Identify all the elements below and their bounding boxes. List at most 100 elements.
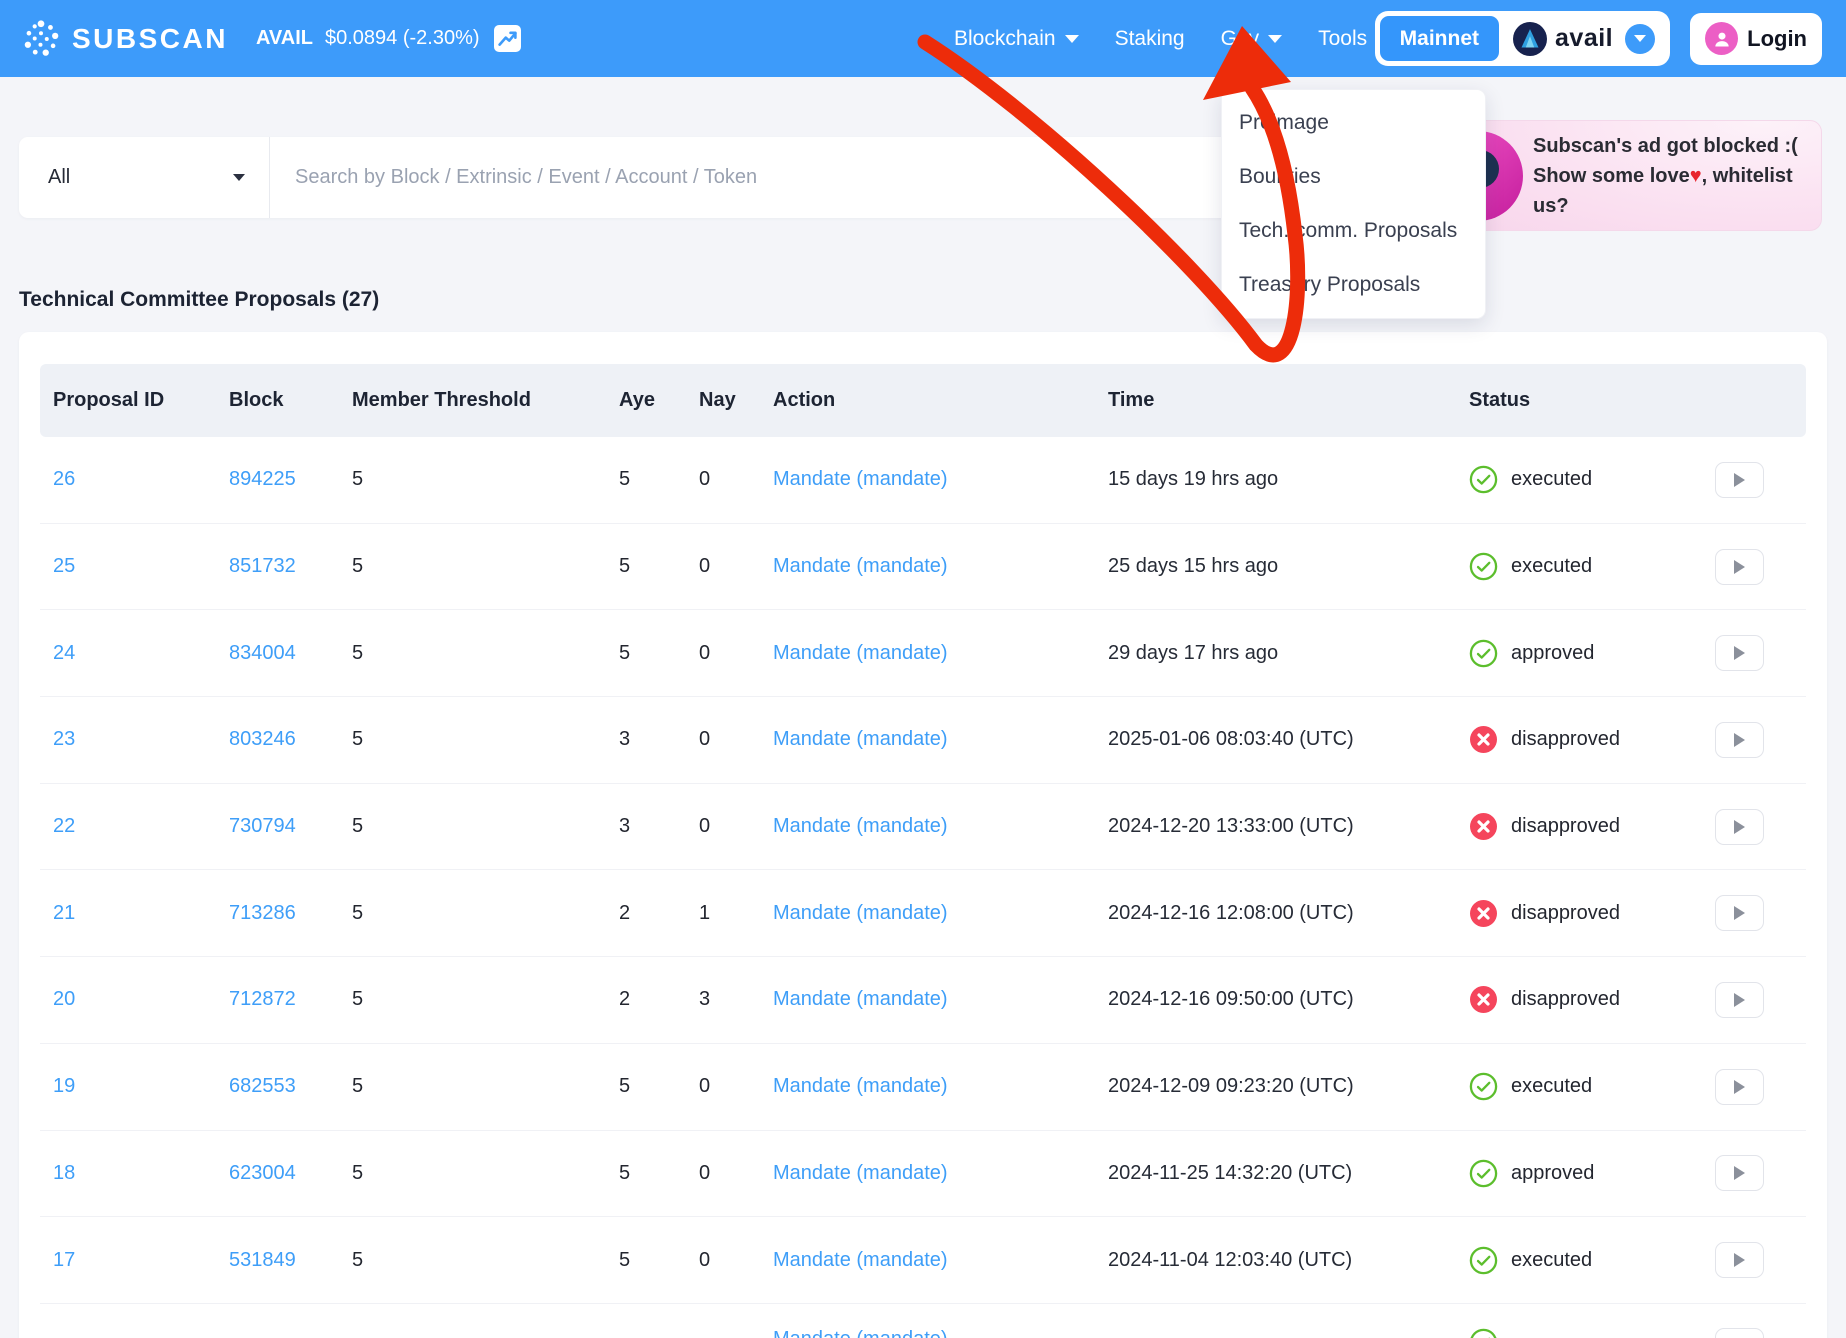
mainnet-button[interactable]: Mainnet bbox=[1380, 16, 1499, 61]
block-link[interactable]: 894225 bbox=[216, 468, 339, 491]
row-actions bbox=[1702, 1242, 1806, 1278]
member-threshold-value: 5 bbox=[339, 902, 606, 925]
nay-value: 3 bbox=[686, 988, 760, 1011]
row-actions bbox=[1702, 1155, 1806, 1191]
network-chevron-button[interactable] bbox=[1625, 24, 1655, 54]
proposal-id-link[interactable]: 25 bbox=[40, 555, 216, 578]
status-success-icon bbox=[1469, 1328, 1498, 1338]
nav-item-staking[interactable]: Staking bbox=[1115, 27, 1185, 51]
table-row: 22 730794 5 3 0 Mandate (mandate) 2024-1… bbox=[40, 784, 1806, 871]
nav-item-blockchain[interactable]: Blockchain bbox=[954, 27, 1079, 51]
proposals-table: Proposal IDBlockMember ThresholdAyeNayAc… bbox=[19, 332, 1827, 1338]
time-value: 2024-12-16 09:50:00 (UTC) bbox=[1095, 988, 1456, 1011]
row-actions bbox=[1702, 895, 1806, 931]
action-link[interactable]: Mandate (mandate) bbox=[760, 902, 1095, 925]
action-link[interactable]: Mandate (mandate) bbox=[760, 1249, 1095, 1272]
token-name: AVAIL bbox=[256, 27, 313, 50]
play-icon bbox=[1734, 646, 1745, 660]
action-link[interactable]: Mandate (mandate) bbox=[760, 1075, 1095, 1098]
play-icon bbox=[1734, 560, 1745, 574]
nay-value: 0 bbox=[686, 555, 760, 578]
block-link[interactable]: 803246 bbox=[216, 728, 339, 751]
page-title: Technical Committee Proposals (27) bbox=[19, 288, 379, 312]
time-value: 25 days 15 hrs ago bbox=[1095, 555, 1456, 578]
expand-row-button[interactable] bbox=[1715, 809, 1764, 845]
status-success-icon bbox=[1469, 1159, 1498, 1188]
status-cell: approved bbox=[1456, 1159, 1702, 1188]
status-cell: executed bbox=[1456, 465, 1702, 494]
trend-line-icon bbox=[497, 28, 518, 49]
time-value: 15 days 19 hrs ago bbox=[1095, 468, 1456, 491]
nav-item-gov[interactable]: Gov bbox=[1221, 27, 1283, 51]
status-text: disapproved bbox=[1511, 988, 1620, 1011]
expand-row-button[interactable] bbox=[1715, 462, 1764, 498]
brand[interactable]: SUBSCAN bbox=[20, 18, 228, 60]
proposal-id-link[interactable]: 19 bbox=[40, 1075, 216, 1098]
status-fail-icon bbox=[1469, 985, 1498, 1014]
column-header: Action bbox=[760, 389, 1095, 412]
member-threshold-value: 5 bbox=[339, 1249, 606, 1272]
expand-row-button[interactable] bbox=[1715, 722, 1764, 758]
row-actions bbox=[1702, 1328, 1806, 1338]
action-link[interactable]: Mandate (mandate) bbox=[760, 988, 1095, 1011]
proposal-id-link[interactable]: 23 bbox=[40, 728, 216, 751]
block-link[interactable]: 851732 bbox=[216, 555, 339, 578]
expand-row-button[interactable] bbox=[1715, 895, 1764, 931]
action-link[interactable]: Mandate (mandate) bbox=[760, 728, 1095, 751]
block-link[interactable]: 834004 bbox=[216, 642, 339, 665]
time-value: 2024-12-09 09:23:20 (UTC) bbox=[1095, 1075, 1456, 1098]
expand-row-button[interactable] bbox=[1715, 1069, 1764, 1105]
proposal-id-link[interactable]: 26 bbox=[40, 468, 216, 491]
proposal-id-link[interactable]: 17 bbox=[40, 1249, 216, 1272]
proposal-id-link[interactable]: 18 bbox=[40, 1162, 216, 1185]
gov-dropdown-item[interactable]: Treasury Proposals bbox=[1222, 258, 1485, 312]
chevron-down-icon bbox=[1634, 35, 1646, 42]
ad-banner: Subscan's ad got blocked :( Show some lo… bbox=[1428, 120, 1822, 231]
block-link[interactable]: 730794 bbox=[216, 815, 339, 838]
table-row: 21 713286 5 2 1 Mandate (mandate) 2024-1… bbox=[40, 870, 1806, 957]
search-filter-select[interactable]: All bbox=[19, 137, 270, 218]
block-link[interactable]: 623004 bbox=[216, 1162, 339, 1185]
action-link[interactable]: Mandate (mandate) bbox=[760, 1162, 1095, 1185]
time-value: 2024-11-25 14:32:20 (UTC) bbox=[1095, 1162, 1456, 1185]
status-text: approved bbox=[1511, 1162, 1594, 1185]
status-text: approved bbox=[1511, 642, 1594, 665]
subscan-logo-icon bbox=[20, 18, 62, 60]
expand-row-button[interactable] bbox=[1715, 635, 1764, 671]
action-link[interactable]: Mandate (mandate) bbox=[760, 815, 1095, 838]
block-link[interactable]: 712872 bbox=[216, 988, 339, 1011]
status-cell: approved bbox=[1456, 639, 1702, 668]
action-link[interactable]: Mandate (mandate) bbox=[760, 642, 1095, 665]
expand-row-button[interactable] bbox=[1715, 1242, 1764, 1278]
proposal-id-link[interactable]: 24 bbox=[40, 642, 216, 665]
table-body: 26 894225 5 5 0 Mandate (mandate) 15 day… bbox=[40, 437, 1806, 1338]
proposal-id-link[interactable]: 21 bbox=[40, 902, 216, 925]
price-chart-icon[interactable] bbox=[494, 25, 521, 52]
column-header: Status bbox=[1456, 389, 1702, 412]
gov-dropdown-item[interactable]: Bounties bbox=[1222, 150, 1485, 204]
action-link[interactable]: Mandate (mandate) bbox=[760, 468, 1095, 491]
chevron-down-icon bbox=[1268, 35, 1282, 43]
action-link[interactable]: Mandate (mandate) bbox=[760, 1328, 1095, 1338]
gov-dropdown-item[interactable]: Tech. comm. Proposals bbox=[1222, 204, 1485, 258]
expand-row-button[interactable] bbox=[1715, 982, 1764, 1018]
column-header: Nay bbox=[686, 389, 760, 412]
time-value: 2024-12-16 12:08:00 (UTC) bbox=[1095, 902, 1456, 925]
status-success-icon bbox=[1469, 1072, 1498, 1101]
expand-row-button[interactable] bbox=[1715, 1328, 1764, 1338]
block-link[interactable]: 713286 bbox=[216, 902, 339, 925]
ad-line2: Show some love♥, whitelist us? bbox=[1533, 161, 1821, 221]
play-icon bbox=[1734, 906, 1745, 920]
play-icon bbox=[1734, 733, 1745, 747]
proposal-id-link[interactable]: 22 bbox=[40, 815, 216, 838]
status-cell bbox=[1456, 1328, 1702, 1338]
login-button[interactable]: Login bbox=[1690, 13, 1822, 65]
block-link[interactable]: 531849 bbox=[216, 1249, 339, 1272]
column-header: Aye bbox=[606, 389, 686, 412]
gov-dropdown-item[interactable]: Preimage bbox=[1222, 96, 1485, 150]
action-link[interactable]: Mandate (mandate) bbox=[760, 555, 1095, 578]
expand-row-button[interactable] bbox=[1715, 549, 1764, 585]
expand-row-button[interactable] bbox=[1715, 1155, 1764, 1191]
block-link[interactable]: 682553 bbox=[216, 1075, 339, 1098]
proposal-id-link[interactable]: 20 bbox=[40, 988, 216, 1011]
